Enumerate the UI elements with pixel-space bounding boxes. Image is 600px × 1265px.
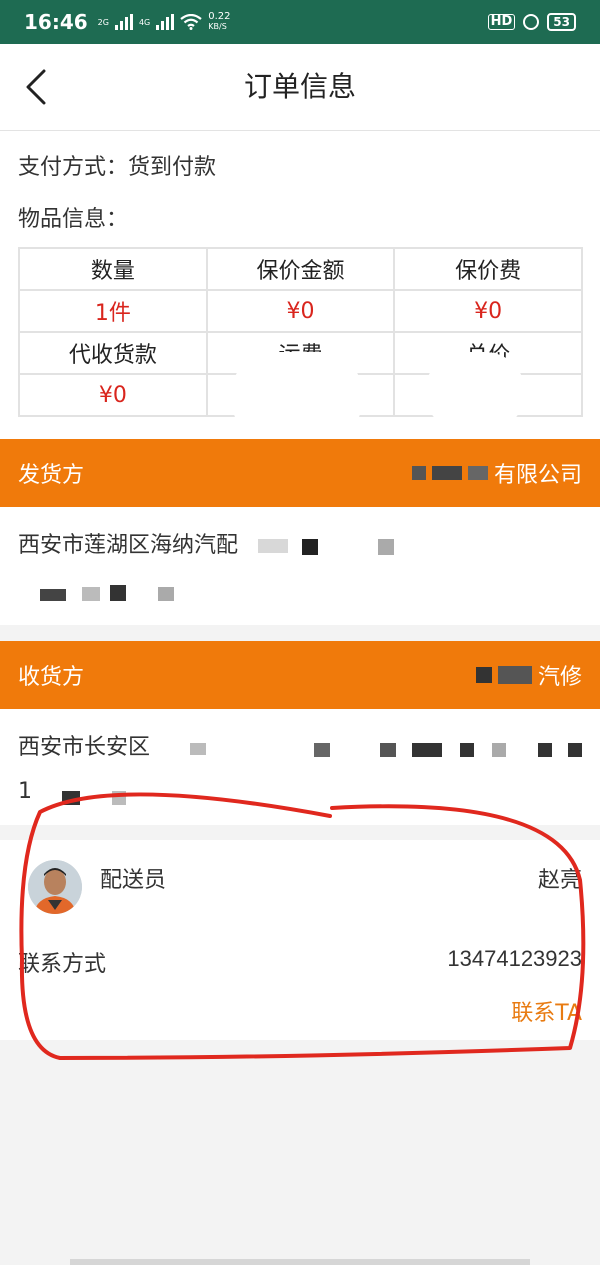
goods-table-value-row: 1件 ¥0 ¥0 bbox=[18, 289, 583, 333]
redaction-mark bbox=[380, 743, 396, 757]
receiver-body: 西安市长安区 1 bbox=[0, 709, 600, 825]
redaction-mark bbox=[497, 666, 532, 684]
payment-method-label: 支付方式： bbox=[18, 155, 129, 180]
receiver-name-visible: 汽修 bbox=[537, 665, 582, 690]
redaction-mark bbox=[475, 667, 492, 683]
redaction-mark bbox=[411, 466, 426, 480]
sender-name: 有限公司 bbox=[411, 457, 582, 489]
redaction-smudge bbox=[425, 352, 525, 432]
redaction-mark bbox=[258, 539, 288, 553]
net-speed-value: 0.22 bbox=[208, 11, 231, 22]
redaction-mark bbox=[568, 743, 582, 757]
redaction-mark bbox=[190, 743, 206, 755]
signal-icon bbox=[114, 14, 133, 30]
contact-method-label: 联系方式 bbox=[18, 952, 107, 977]
net-speed: 0.22 KB/S bbox=[208, 12, 230, 32]
redaction-mark bbox=[112, 791, 126, 805]
sender-address: 西安市莲湖区海纳汽配 bbox=[18, 533, 239, 558]
redaction-mark bbox=[412, 743, 442, 757]
receiver-header: 收货方 汽修 bbox=[0, 641, 600, 709]
redaction-mark bbox=[431, 466, 462, 480]
redaction-mark bbox=[302, 539, 318, 555]
redaction-mark bbox=[40, 589, 66, 601]
back-button[interactable] bbox=[14, 62, 58, 112]
chevron-left-icon bbox=[26, 69, 46, 105]
goods-info-label: 物品信息： bbox=[18, 207, 129, 232]
redaction-mark bbox=[467, 466, 488, 480]
battery-indicator: 53 bbox=[547, 13, 576, 31]
hd-label: HD bbox=[487, 14, 516, 30]
courier-role-label: 配送员 bbox=[100, 868, 167, 893]
sender-body: 西安市莲湖区海纳汽配 bbox=[0, 507, 600, 625]
redaction-mark bbox=[460, 743, 474, 757]
header-insured-amount: 保价金额 bbox=[205, 247, 396, 291]
network-2g-label: 2G bbox=[97, 17, 109, 27]
redaction-mark bbox=[378, 539, 394, 555]
redaction-mark bbox=[314, 743, 330, 757]
goods-table-header-row: 数量 保价金额 保价费 bbox=[18, 247, 583, 291]
status-time: 16:46 bbox=[24, 10, 88, 34]
alarm-icon bbox=[523, 14, 540, 30]
redaction-mark bbox=[110, 585, 126, 601]
contact-courier-button[interactable]: 联系TA bbox=[511, 995, 582, 1027]
receiver-label: 收货方 bbox=[18, 665, 85, 690]
value-insured-amount: ¥0 bbox=[205, 289, 396, 333]
person-photo-icon bbox=[28, 860, 82, 914]
page-title: 订单信息 bbox=[243, 70, 356, 103]
courier-name: 赵亮 bbox=[537, 868, 582, 893]
receiver-address: 西安市长安区 bbox=[18, 735, 151, 760]
payment-method-row: 支付方式：货到付款 bbox=[18, 149, 216, 181]
bottom-tab-bar bbox=[70, 1259, 530, 1265]
signal-icon-2 bbox=[156, 14, 175, 30]
value-cod: ¥0 bbox=[18, 373, 208, 417]
sender-name-visible: 有限公司 bbox=[493, 463, 582, 488]
header-quantity: 数量 bbox=[18, 247, 208, 291]
redaction-mark bbox=[158, 587, 174, 601]
network-4g-label: 4G bbox=[138, 17, 151, 27]
redaction-mark bbox=[62, 791, 80, 805]
sender-label: 发货方 bbox=[18, 463, 85, 488]
net-speed-unit: KB/S bbox=[208, 22, 227, 31]
status-left: 16:46 2G 4G 0.22 KB/S bbox=[24, 10, 231, 34]
nav-bar: 订单信息 bbox=[0, 44, 600, 131]
redaction-smudge bbox=[232, 352, 362, 442]
header-insurance-fee: 保价费 bbox=[393, 247, 583, 291]
status-right: HD 53 bbox=[487, 13, 576, 31]
wifi-icon bbox=[180, 14, 202, 30]
value-insurance-fee: ¥0 bbox=[393, 289, 583, 333]
redaction-mark bbox=[492, 743, 506, 757]
status-bar: 16:46 2G 4G 0.22 KB/S HD 53 bbox=[0, 0, 600, 44]
receiver-name: 汽修 bbox=[475, 659, 582, 691]
payment-method-value: 货到付款 bbox=[128, 155, 217, 180]
redaction-mark bbox=[82, 587, 100, 601]
header-cod: 代收货款 bbox=[18, 331, 208, 375]
courier-avatar bbox=[28, 860, 82, 914]
sender-header: 发货方 有限公司 bbox=[0, 439, 600, 507]
courier-section: 配送员 赵亮 联系方式 13474123923 联系TA bbox=[0, 840, 600, 1040]
value-quantity: 1件 bbox=[18, 289, 208, 333]
redaction-mark bbox=[538, 743, 552, 757]
network-icons: 2G 4G 0.22 KB/S bbox=[98, 12, 231, 32]
courier-phone: 13474123923 bbox=[447, 946, 582, 971]
receiver-phone: 1 bbox=[18, 779, 32, 804]
